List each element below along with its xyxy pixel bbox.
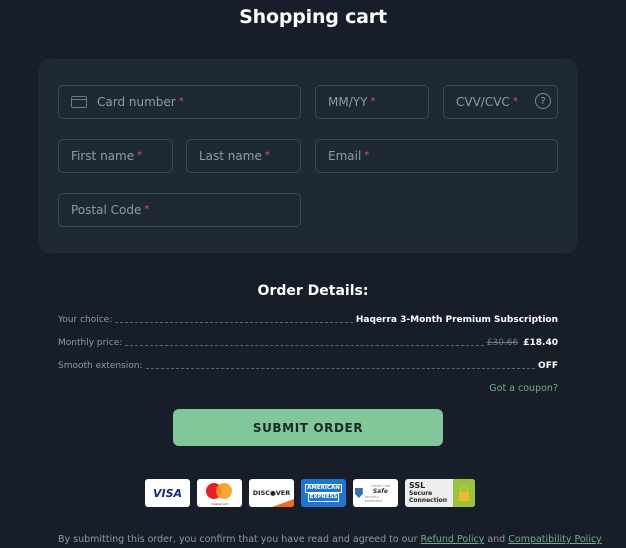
ssl-line2: Secure: [409, 490, 433, 497]
submit-order-button[interactable]: SUBMIT ORDER: [173, 409, 443, 446]
required-mark: *: [370, 95, 376, 107]
page-title: Shopping cart: [239, 6, 387, 28]
amex-logo: AMERICAN EXPRESS: [301, 479, 346, 507]
mastercard-text: mastercard: [210, 502, 229, 506]
mastercard-logo: mastercard: [197, 479, 242, 507]
dotted-leader: [115, 321, 353, 323]
safe-bottom-text: security protected: [364, 494, 382, 503]
cvv-input[interactable]: CVV/CVC * ?: [443, 85, 558, 119]
required-mark: *: [512, 95, 518, 107]
first-name-placeholder: First name: [71, 149, 135, 163]
refund-policy-link[interactable]: Refund Policy: [421, 534, 485, 545]
order-row-label: Monthly price:: [58, 338, 123, 348]
order-row-extension: Smooth extension: OFF: [58, 361, 558, 371]
safe-main-text: Safe: [372, 487, 388, 495]
card-number-input[interactable]: Card number *: [58, 85, 301, 119]
payment-badges: VISA mastercard DISC●VER AMERICAN EXPRES…: [145, 479, 475, 507]
terms-notice: By submitting this order, you confirm th…: [58, 534, 602, 545]
lock-icon: [459, 484, 469, 501]
last-name-placeholder: Last name: [199, 149, 262, 163]
expiry-placeholder: MM/YY: [328, 95, 368, 109]
order-row-value[interactable]: OFF: [538, 361, 558, 371]
old-price: £30.66: [486, 338, 519, 348]
credit-card-safe-badge: Credit Card Safe security protected: [353, 479, 398, 507]
required-mark: *: [137, 149, 143, 161]
visa-text: VISA: [152, 486, 183, 500]
shield-icon: [355, 488, 363, 498]
required-mark: *: [144, 203, 150, 215]
ssl-line3: Connection: [409, 497, 448, 504]
terms-and: and: [487, 534, 506, 545]
expiry-input[interactable]: MM/YY *: [315, 85, 429, 119]
dotted-leader: [125, 344, 484, 346]
lock-icon-box: [453, 479, 475, 507]
visa-logo: VISA: [145, 479, 190, 507]
order-details-title: Order Details:: [257, 283, 369, 299]
postal-code-input[interactable]: Postal Code *: [58, 193, 301, 227]
order-row-label: Smooth extension:: [58, 361, 143, 371]
last-name-input[interactable]: Last name *: [186, 139, 301, 173]
dotted-leader: [145, 367, 536, 369]
question-circle-icon[interactable]: ?: [535, 93, 551, 109]
compatibility-policy-link[interactable]: Compatibility Policy: [508, 534, 602, 545]
required-mark: *: [364, 149, 370, 161]
ssl-secure-badge: SSL Secure Connection: [405, 479, 475, 507]
discover-text: DISC●VER: [252, 489, 291, 497]
required-mark: *: [178, 95, 184, 107]
postal-code-placeholder: Postal Code: [71, 203, 142, 217]
cvv-placeholder: CVV/CVC: [456, 95, 510, 109]
mastercard-orange-circle: [216, 483, 232, 499]
first-name-input[interactable]: First name *: [58, 139, 173, 173]
order-row-value: £18.40: [523, 338, 558, 348]
coupon-link[interactable]: Got a coupon?: [489, 383, 558, 394]
required-mark: *: [264, 149, 270, 161]
ssl-line1: SSL: [409, 481, 426, 490]
amex-line2: EXPRESS: [307, 493, 340, 502]
order-row-label: Your choice:: [58, 315, 113, 325]
payment-form-panel: Card number * MM/YY * CVV/CVC * ? First …: [38, 59, 578, 253]
order-row-value: Haqerra 3-Month Premium Subscription: [355, 315, 558, 325]
credit-card-icon: [71, 96, 87, 108]
amex-line1: AMERICAN: [305, 484, 342, 493]
order-row-price: Monthly price: £30.66 £18.40: [58, 338, 558, 348]
card-number-placeholder: Card number: [97, 95, 176, 109]
order-row-choice: Your choice: Haqerra 3-Month Premium Sub…: [58, 315, 558, 325]
terms-text: By submitting this order, you confirm th…: [58, 534, 418, 545]
email-input[interactable]: Email *: [315, 139, 558, 173]
email-placeholder: Email: [328, 149, 362, 163]
discover-logo: DISC●VER: [249, 479, 294, 507]
